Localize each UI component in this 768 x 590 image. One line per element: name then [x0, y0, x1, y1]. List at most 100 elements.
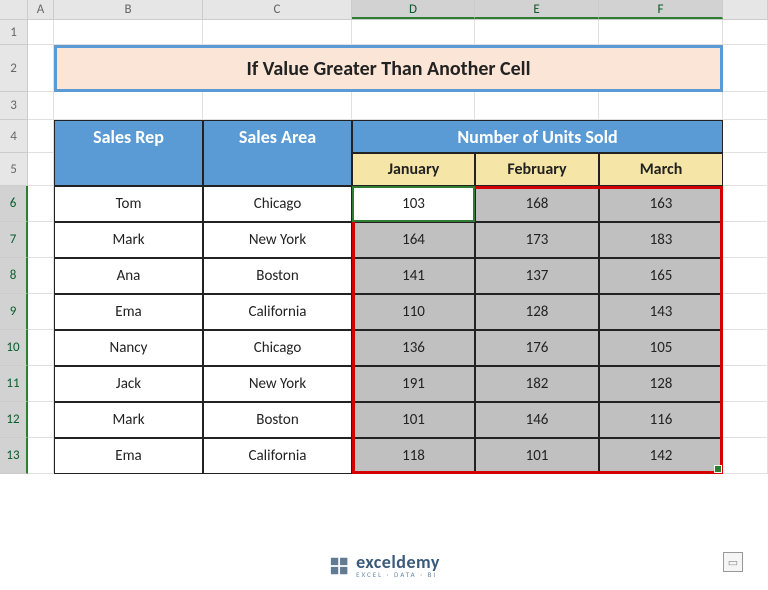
col-header-F[interactable]: F: [599, 0, 723, 19]
table-cell-mar[interactable]: 163: [599, 186, 723, 222]
cell[interactable]: [203, 20, 352, 45]
table-cell-feb[interactable]: 101: [475, 438, 599, 474]
table-cell-area[interactable]: California: [203, 294, 352, 330]
table-cell-jan[interactable]: 110: [352, 294, 475, 330]
cell[interactable]: [352, 92, 475, 120]
cell[interactable]: [28, 186, 54, 222]
display-settings-icon[interactable]: ▭: [723, 552, 743, 572]
table-cell-rep[interactable]: Jack: [54, 366, 203, 402]
table-header-area-cont[interactable]: [203, 153, 352, 186]
row-header-6[interactable]: 6: [0, 186, 28, 222]
table-cell-mar[interactable]: 116: [599, 402, 723, 438]
cell[interactable]: [723, 222, 768, 258]
cell[interactable]: [28, 92, 54, 120]
table-cell-feb[interactable]: 137: [475, 258, 599, 294]
row-header-1[interactable]: 1: [0, 20, 28, 45]
table-cell-area[interactable]: Chicago: [203, 186, 352, 222]
table-cell-area[interactable]: California: [203, 438, 352, 474]
table-cell-jan[interactable]: 118: [352, 438, 475, 474]
cell[interactable]: [599, 92, 723, 120]
row-header-12[interactable]: 12: [0, 402, 28, 438]
row-header-11[interactable]: 11: [0, 366, 28, 402]
table-cell-feb[interactable]: 128: [475, 294, 599, 330]
table-header-units[interactable]: Number of Units Sold: [352, 120, 723, 153]
row-header-10[interactable]: 10: [0, 330, 28, 366]
row-header-5[interactable]: 5: [0, 153, 28, 186]
row-header-9[interactable]: 9: [0, 294, 28, 330]
cell[interactable]: [723, 366, 768, 402]
cell[interactable]: [723, 402, 768, 438]
row-header-3[interactable]: 3: [0, 92, 28, 120]
table-cell-feb[interactable]: 168: [475, 186, 599, 222]
table-header-rep[interactable]: Sales Rep: [54, 120, 203, 153]
table-header-month-feb[interactable]: February: [475, 153, 599, 186]
table-cell-feb[interactable]: 146: [475, 402, 599, 438]
table-cell-mar[interactable]: 142: [599, 438, 723, 474]
table-cell-area[interactable]: New York: [203, 222, 352, 258]
cell[interactable]: [475, 20, 599, 45]
table-cell-mar[interactable]: 128: [599, 366, 723, 402]
table-cell-rep[interactable]: Ema: [54, 294, 203, 330]
table-cell-rep[interactable]: Mark: [54, 402, 203, 438]
table-cell-area[interactable]: Boston: [203, 402, 352, 438]
cell[interactable]: [28, 120, 54, 153]
cell[interactable]: [28, 258, 54, 294]
table-cell-area[interactable]: New York: [203, 366, 352, 402]
cell[interactable]: [352, 20, 475, 45]
table-cell-feb[interactable]: 182: [475, 366, 599, 402]
cell[interactable]: [723, 186, 768, 222]
cell[interactable]: [28, 294, 54, 330]
cell[interactable]: [203, 92, 352, 120]
cell[interactable]: [28, 45, 54, 92]
table-cell-rep[interactable]: Ema: [54, 438, 203, 474]
cell[interactable]: [723, 20, 768, 45]
table-cell-jan[interactable]: 141: [352, 258, 475, 294]
cell[interactable]: [723, 258, 768, 294]
table-cell-jan[interactable]: 103: [352, 186, 475, 222]
table-header-month-jan[interactable]: January: [352, 153, 475, 186]
cell[interactable]: [723, 330, 768, 366]
row-header-13[interactable]: 13: [0, 438, 28, 474]
table-cell-mar[interactable]: 183: [599, 222, 723, 258]
cell[interactable]: [28, 153, 54, 186]
page-title[interactable]: If Value Greater Than Another Cell: [54, 45, 723, 92]
cell[interactable]: [54, 92, 203, 120]
cell[interactable]: [723, 92, 768, 120]
cell[interactable]: [28, 438, 54, 474]
table-cell-area[interactable]: Boston: [203, 258, 352, 294]
table-cell-area[interactable]: Chicago: [203, 330, 352, 366]
col-header-D[interactable]: D: [352, 0, 475, 19]
table-cell-mar[interactable]: 105: [599, 330, 723, 366]
row-header-7[interactable]: 7: [0, 222, 28, 258]
cell[interactable]: [475, 92, 599, 120]
select-all-corner[interactable]: [0, 0, 28, 20]
table-header-month-mar[interactable]: March: [599, 153, 723, 186]
row-header-2[interactable]: 2: [0, 45, 28, 92]
col-header-C[interactable]: C: [203, 0, 352, 19]
table-cell-rep[interactable]: Nancy: [54, 330, 203, 366]
cell[interactable]: [28, 330, 54, 366]
table-cell-rep[interactable]: Tom: [54, 186, 203, 222]
cell[interactable]: [28, 20, 54, 45]
table-cell-rep[interactable]: Mark: [54, 222, 203, 258]
table-cell-rep[interactable]: Ana: [54, 258, 203, 294]
col-header-A[interactable]: A: [28, 0, 54, 19]
row-header-8[interactable]: 8: [0, 258, 28, 294]
cell[interactable]: [723, 294, 768, 330]
table-cell-mar[interactable]: 143: [599, 294, 723, 330]
row-header-4[interactable]: 4: [0, 120, 28, 153]
table-cell-jan[interactable]: 101: [352, 402, 475, 438]
cell[interactable]: [28, 366, 54, 402]
cell[interactable]: [599, 20, 723, 45]
cell[interactable]: [723, 120, 768, 153]
cell[interactable]: [28, 402, 54, 438]
table-cell-jan[interactable]: 164: [352, 222, 475, 258]
table-cell-jan[interactable]: 136: [352, 330, 475, 366]
cell[interactable]: [723, 45, 768, 92]
cell[interactable]: [54, 20, 203, 45]
table-cell-feb[interactable]: 173: [475, 222, 599, 258]
col-header-E[interactable]: E: [475, 0, 599, 19]
col-header-B[interactable]: B: [54, 0, 203, 19]
table-cell-feb[interactable]: 176: [475, 330, 599, 366]
table-cell-mar[interactable]: 165: [599, 258, 723, 294]
